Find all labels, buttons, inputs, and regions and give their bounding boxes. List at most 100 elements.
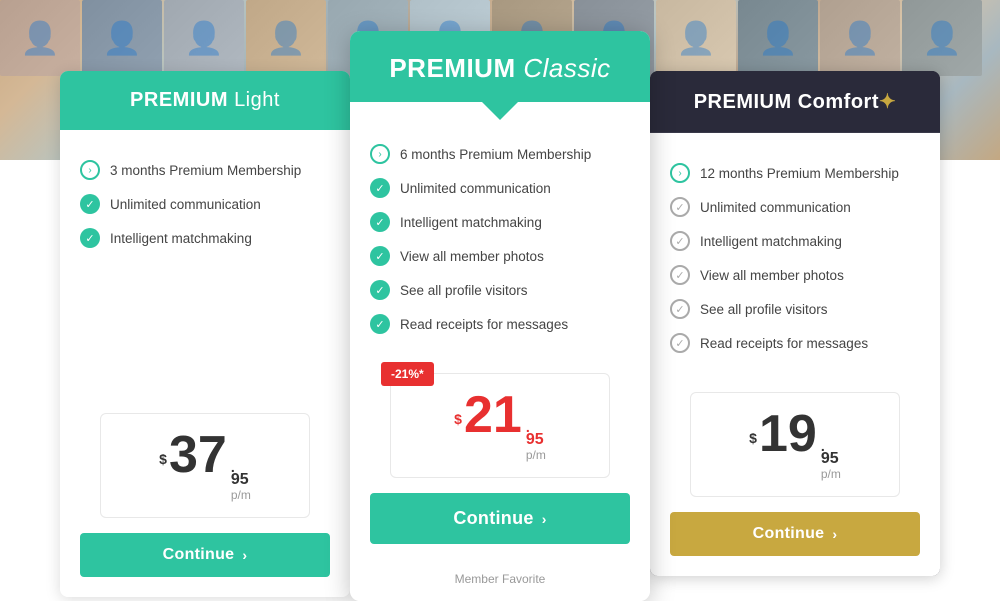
price-main: 21 <box>464 389 522 441</box>
chevron-icon: › <box>242 547 247 563</box>
feature-item: ✓ View all member photos <box>670 265 920 285</box>
feature-item: ✓ View all member photos <box>370 246 630 266</box>
price-cents: 95 <box>821 451 839 467</box>
plan-light-header: PREMIUM Light <box>60 71 350 130</box>
plan-light-continue-button[interactable]: Continue › <box>80 533 330 577</box>
price-cents: 95 <box>526 432 544 448</box>
feature-text: Unlimited communication <box>110 197 261 212</box>
feature-item: ✓ Intelligent matchmaking <box>670 231 920 251</box>
plan-light-button-section: Continue › <box>60 518 350 597</box>
price-cents: 95 <box>231 472 249 488</box>
feature-item: ✓ Unlimited communication <box>670 197 920 217</box>
check-icon: ✓ <box>370 178 390 198</box>
button-label: Continue <box>753 525 825 543</box>
plan-classic-continue-button[interactable]: Continue › <box>370 493 630 544</box>
price-decimal: . 95 p/m <box>526 420 546 462</box>
chevron-icon: › <box>832 526 837 542</box>
button-label: Continue <box>453 508 533 529</box>
feature-text: Unlimited communication <box>700 200 851 215</box>
check-icon: ✓ <box>670 265 690 285</box>
plan-classic-name: PREMIUM <box>389 53 515 83</box>
price-decimal: . 95 p/m <box>821 439 841 481</box>
plan-light-price: $ 37 . 95 p/m <box>100 413 310 518</box>
feature-text: See all profile visitors <box>400 283 528 298</box>
check-icon: ✓ <box>670 231 690 251</box>
plan-classic-title: PREMIUM Classic <box>370 53 630 84</box>
feature-item: ✓ Unlimited communication <box>80 194 330 214</box>
plan-classic-button-section: Continue › <box>350 478 650 564</box>
check-icon: ✓ <box>370 314 390 334</box>
feature-text: Read receipts for messages <box>400 317 568 332</box>
feature-item: ✓ Unlimited communication <box>370 178 630 198</box>
feature-item: › 3 months Premium Membership <box>80 160 330 180</box>
plan-light-price-wrapper: $ 37 . 95 p/m <box>60 408 350 518</box>
check-icon: ✓ <box>670 197 690 217</box>
currency-symbol: $ <box>749 430 757 446</box>
circle-arrow-icon: › <box>80 160 100 180</box>
plan-comfort-features: › 12 months Premium Membership ✓ Unlimit… <box>650 133 940 387</box>
price-main: 37 <box>169 429 227 481</box>
price-display: $ 37 . 95 p/m <box>121 429 289 502</box>
feature-text: View all member photos <box>400 249 544 264</box>
plan-comfort: PREMIUM Comfort✦ › 12 months Premium Mem… <box>650 71 940 576</box>
feature-item: › 12 months Premium Membership <box>670 163 920 183</box>
check-icon: ✓ <box>670 333 690 353</box>
comfort-star-icon: ✦ <box>879 91 896 113</box>
button-label: Continue <box>163 546 235 564</box>
discount-badge: -21%* <box>381 362 434 386</box>
circle-arrow-icon: › <box>670 163 690 183</box>
plans-section: PREMIUM Light › 3 months Premium Members… <box>0 0 1000 572</box>
currency-symbol: $ <box>454 411 462 427</box>
plan-classic-price: -21%* $ 21 . 95 p/m <box>390 373 610 478</box>
plan-light-title: PREMIUM Light <box>80 89 330 112</box>
feature-item: › 6 months Premium Membership <box>370 144 630 164</box>
price-period: p/m <box>526 448 546 462</box>
feature-item: ✓ See all profile visitors <box>370 280 630 300</box>
plan-comfort-title: PREMIUM Comfort✦ <box>670 89 920 114</box>
plan-classic-header: PREMIUM Classic <box>350 31 650 102</box>
plan-comfort-header: PREMIUM Comfort✦ <box>650 71 940 133</box>
plan-light-features: › 3 months Premium Membership ✓ Unlimite… <box>60 130 350 408</box>
plan-light-body: › 3 months Premium Membership ✓ Unlimite… <box>60 130 350 597</box>
feature-text: Unlimited communication <box>400 181 551 196</box>
feature-text: View all member photos <box>700 268 844 283</box>
plan-light: PREMIUM Light › 3 months Premium Members… <box>60 71 350 597</box>
plans-container: PREMIUM Light › 3 months Premium Members… <box>60 31 940 601</box>
plan-comfort-subtitle: Comfort✦ <box>798 91 897 113</box>
plan-comfort-price: $ 19 . 95 p/m <box>690 392 900 497</box>
price-period: p/m <box>231 488 251 502</box>
check-icon: ✓ <box>370 212 390 232</box>
plan-comfort-name: PREMIUM <box>694 91 792 113</box>
plan-light-name: PREMIUM <box>130 89 228 111</box>
price-display: $ 21 . 95 p/m <box>411 389 589 462</box>
plan-light-subtitle: Light <box>234 89 280 111</box>
plan-comfort-button-section: Continue › <box>650 497 940 576</box>
feature-item: ✓ Intelligent matchmaking <box>370 212 630 232</box>
plan-comfort-continue-button[interactable]: Continue › <box>670 512 920 556</box>
plan-classic-price-wrapper: -21%* $ 21 . 95 p/m <box>350 368 650 478</box>
price-display: $ 19 . 95 p/m <box>711 408 879 481</box>
feature-text: Intelligent matchmaking <box>700 234 842 249</box>
feature-item: ✓ See all profile visitors <box>670 299 920 319</box>
feature-item: ✓ Read receipts for messages <box>670 333 920 353</box>
check-icon: ✓ <box>670 299 690 319</box>
circle-arrow-icon: › <box>370 144 390 164</box>
member-favorite-label: Member Favorite <box>350 564 650 601</box>
check-icon: ✓ <box>370 246 390 266</box>
currency-symbol: $ <box>159 451 167 467</box>
plan-comfort-body: › 12 months Premium Membership ✓ Unlimit… <box>650 133 940 576</box>
feature-text: 12 months Premium Membership <box>700 166 899 181</box>
price-main: 19 <box>759 408 817 460</box>
feature-item: ✓ Read receipts for messages <box>370 314 630 334</box>
plan-comfort-price-wrapper: $ 19 . 95 p/m <box>650 387 940 497</box>
chevron-icon: › <box>542 511 547 527</box>
plan-classic-subtitle: Classic <box>523 53 610 83</box>
check-icon: ✓ <box>80 228 100 248</box>
feature-text: 6 months Premium Membership <box>400 147 591 162</box>
plan-classic-features: › 6 months Premium Membership ✓ Unlimite… <box>350 102 650 368</box>
price-decimal: . 95 p/m <box>231 460 251 502</box>
plan-classic: PREMIUM Classic › 6 months Premium Membe… <box>350 31 650 601</box>
feature-text: 3 months Premium Membership <box>110 163 301 178</box>
feature-text: Intelligent matchmaking <box>400 215 542 230</box>
feature-text: Read receipts for messages <box>700 336 868 351</box>
